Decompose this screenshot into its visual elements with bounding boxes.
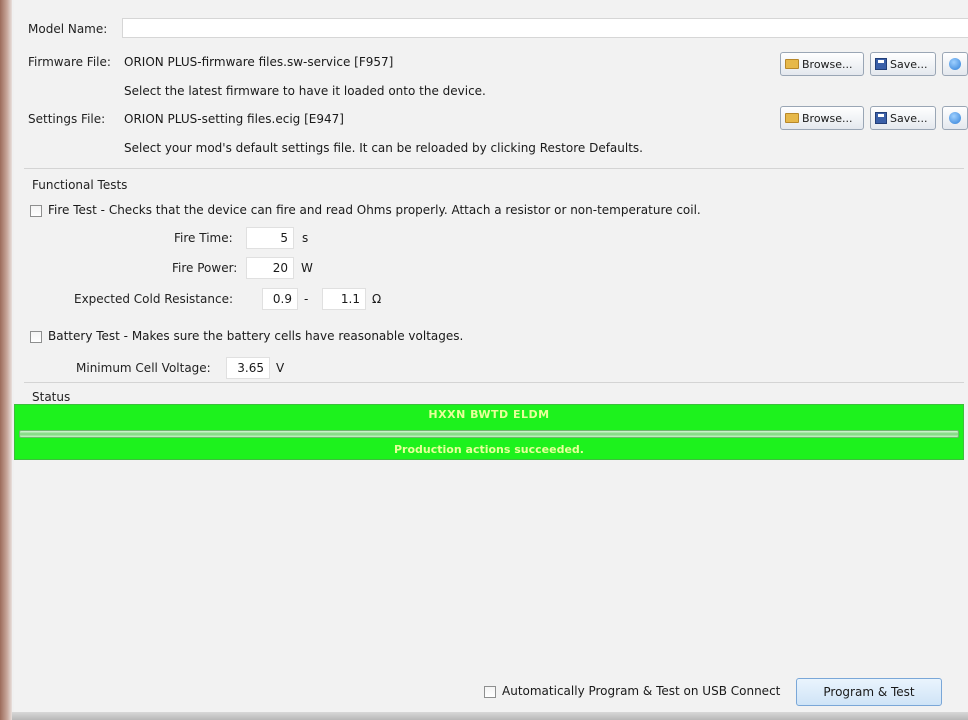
device-id: HXXN BWTD ELDM (428, 408, 550, 421)
floppy-disk-icon (875, 112, 887, 124)
floppy-disk-icon (875, 58, 887, 70)
separator (24, 382, 964, 383)
fire-time-label: Fire Time: (174, 231, 233, 245)
min-cell-voltage-input[interactable]: 3.65 (226, 357, 270, 379)
settings-info-button[interactable] (942, 106, 968, 130)
info-icon (949, 58, 961, 70)
battery-test-label: Battery Test - Makes sure the battery ce… (48, 329, 464, 343)
cold-resistance-separator: - (304, 292, 309, 306)
fire-power-unit: W (301, 261, 313, 275)
window-left-edge (0, 0, 12, 720)
browse-label: Browse... (802, 111, 853, 125)
fire-test-checkbox[interactable] (30, 205, 42, 217)
min-cell-voltage-unit: V (276, 361, 285, 375)
settings-file-hint: Select your mod's default settings file.… (124, 141, 643, 155)
cold-resistance-unit: Ω (372, 292, 382, 306)
firmware-file-hint: Select the latest firmware to have it lo… (124, 84, 486, 98)
status-panel: HXXN BWTD ELDM Production actions succee… (14, 404, 964, 460)
settings-file-label: Settings File: (28, 112, 106, 126)
firmware-info-button[interactable] (942, 52, 968, 76)
settings-browse-button[interactable]: Browse... (780, 106, 864, 130)
firmware-file-label: Firmware File: (28, 55, 111, 69)
settings-file-name: ORION PLUS-setting files.ecig [E947] (124, 112, 344, 126)
cold-resistance-min-input[interactable]: 0.9 (262, 288, 298, 310)
info-icon (949, 112, 961, 124)
status-progress-bar (19, 430, 959, 438)
status-message: Production actions succeeded. (394, 443, 584, 456)
firmware-browse-button[interactable]: Browse... (780, 52, 864, 76)
save-label: Save... (890, 57, 928, 71)
settings-save-button[interactable]: Save... (870, 106, 936, 130)
window-bottom-edge (12, 712, 968, 720)
status-heading: Status (32, 390, 71, 404)
fire-time-input[interactable]: 5 (246, 227, 294, 249)
cold-resistance-label: Expected Cold Resistance: (74, 292, 233, 306)
program-test-window: Model Name: Firmware File: ORION PLUS-fi… (14, 0, 968, 712)
firmware-save-button[interactable]: Save... (870, 52, 936, 76)
model-name-input[interactable] (122, 18, 968, 38)
cold-resistance-max-input[interactable]: 1.1 (322, 288, 366, 310)
fire-power-label: Fire Power: (172, 261, 238, 275)
functional-tests-heading: Functional Tests (32, 178, 128, 192)
fire-time-unit: s (302, 231, 309, 245)
save-label: Save... (890, 111, 928, 125)
model-name-label: Model Name: (28, 22, 108, 36)
battery-test-checkbox[interactable] (30, 331, 42, 343)
separator (24, 168, 964, 169)
auto-program-label: Automatically Program & Test on USB Conn… (502, 684, 781, 698)
program-test-button[interactable]: Program & Test (796, 678, 942, 706)
min-cell-voltage-label: Minimum Cell Voltage: (76, 361, 211, 375)
fire-power-input[interactable]: 20 (246, 257, 294, 279)
browse-label: Browse... (802, 57, 853, 71)
fire-test-label: Fire Test - Checks that the device can f… (48, 203, 701, 217)
folder-icon (785, 113, 799, 123)
firmware-file-name: ORION PLUS-firmware files.sw-service [F9… (124, 55, 394, 69)
auto-program-checkbox[interactable] (484, 686, 496, 698)
folder-icon (785, 59, 799, 69)
